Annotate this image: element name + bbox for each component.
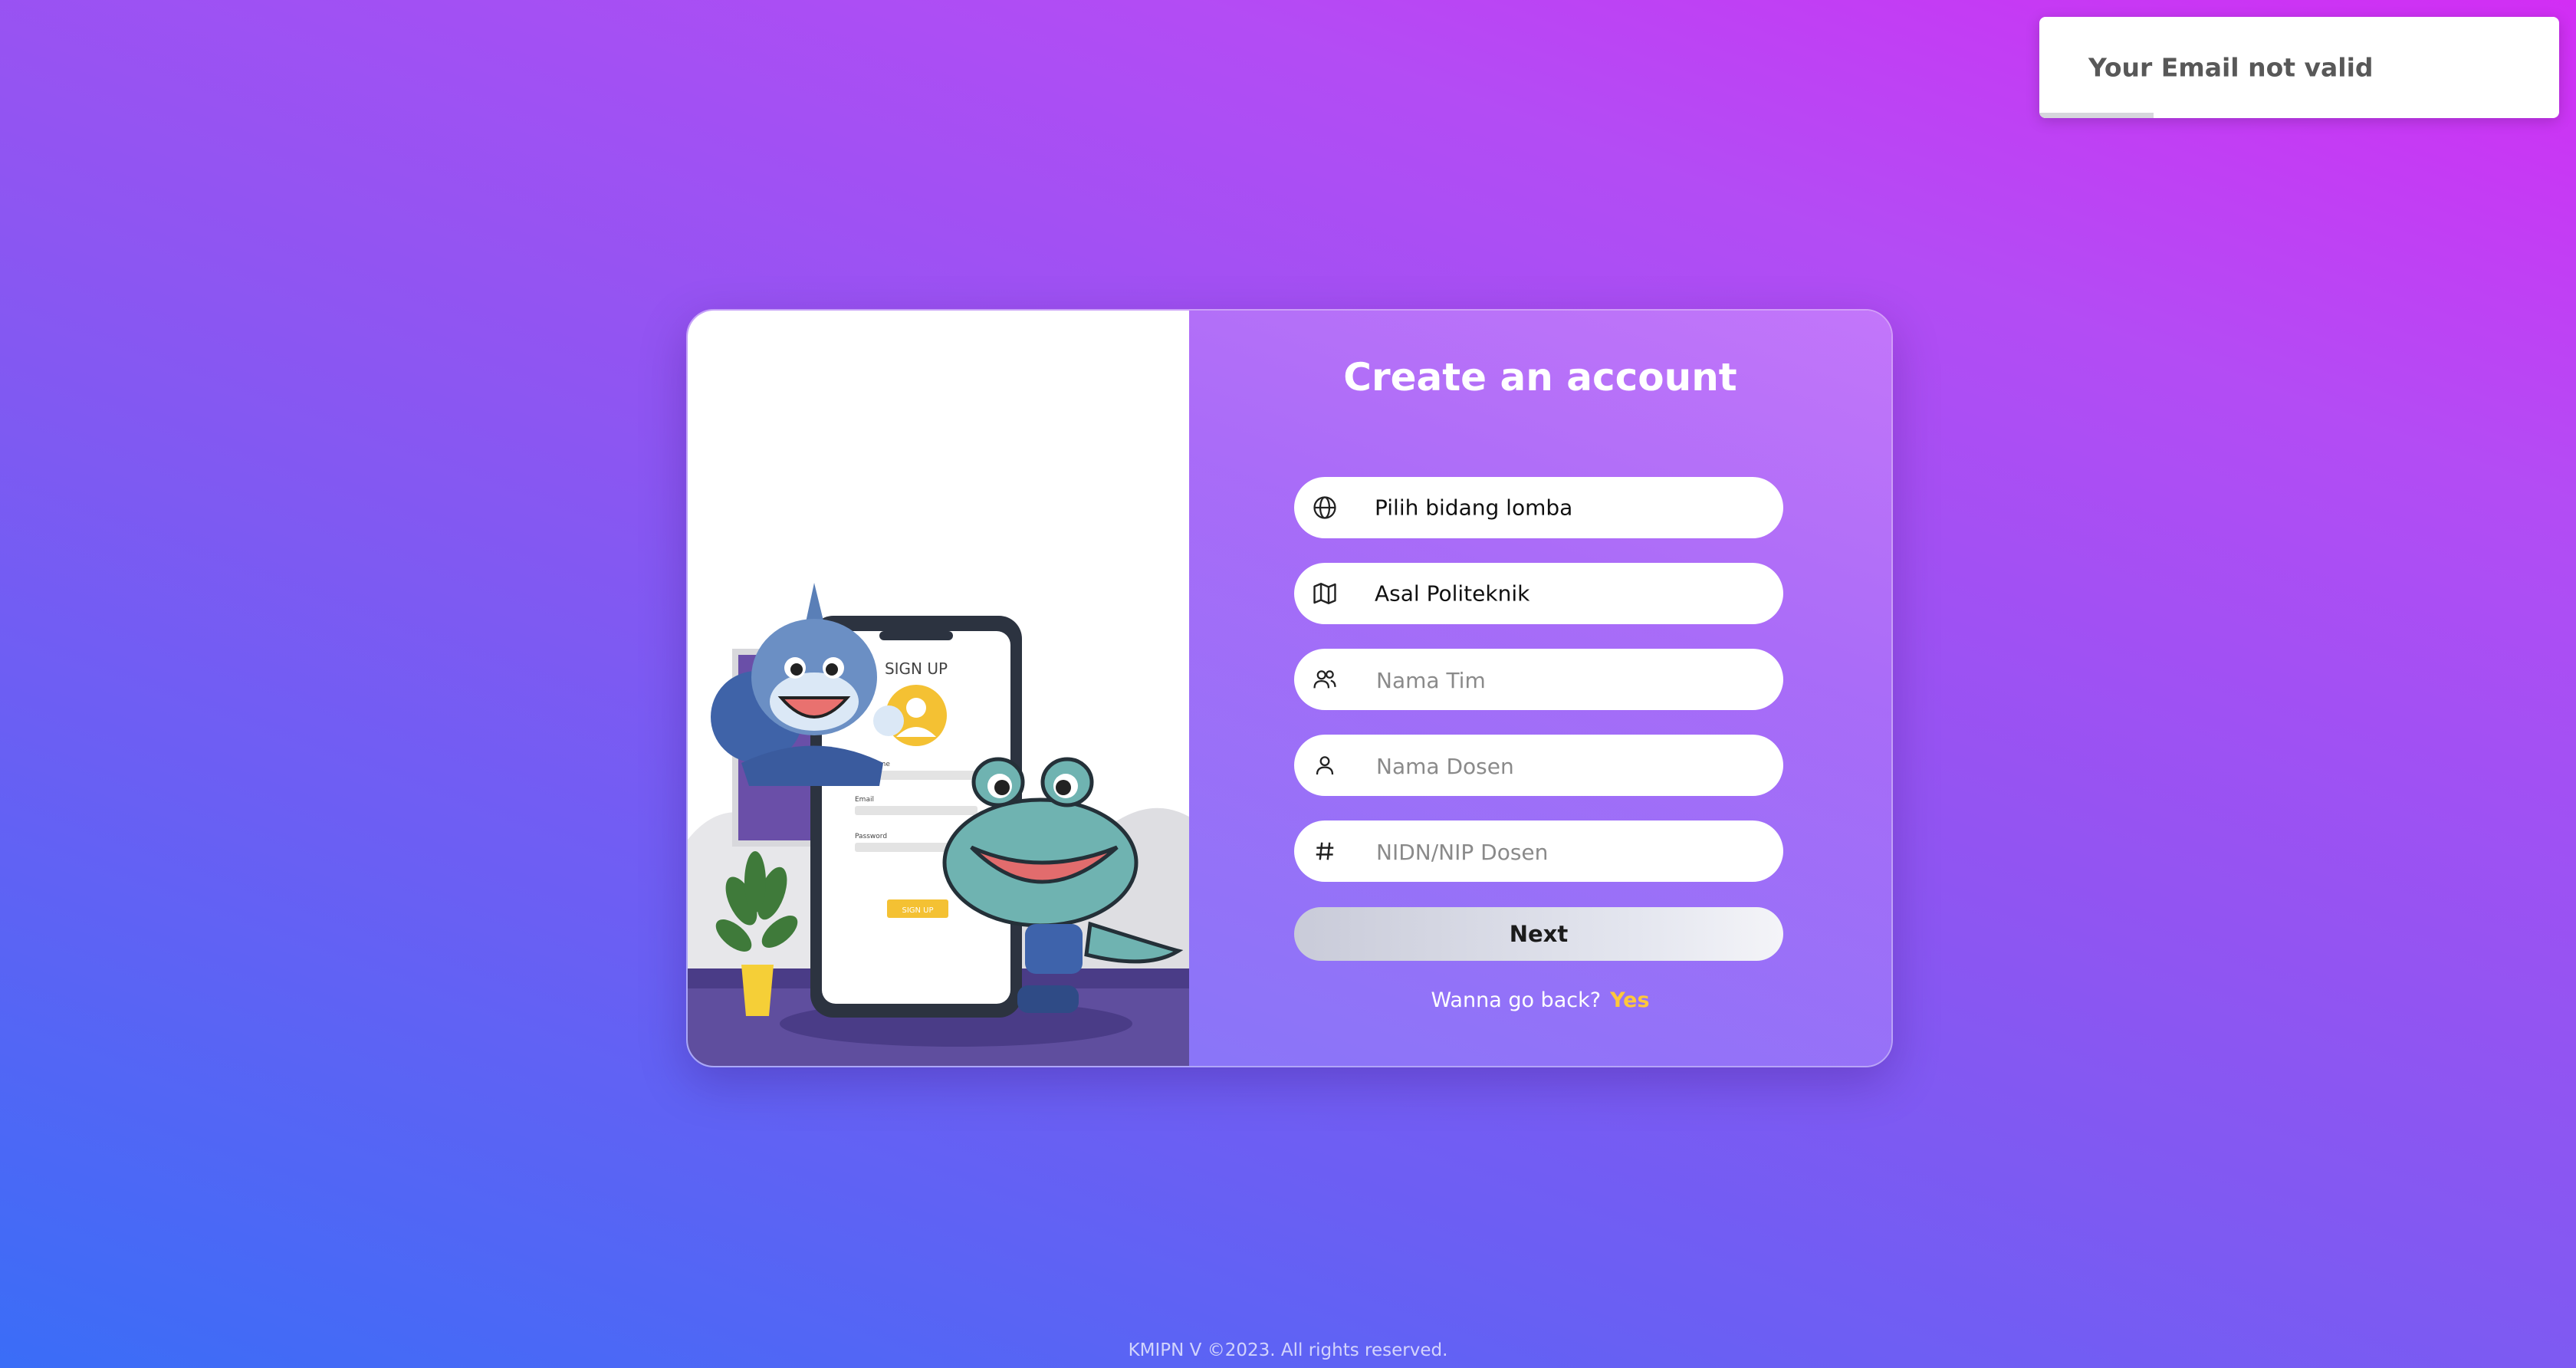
illustration-panel: SIGN UP Username Email Password SIGN UP [688, 311, 1189, 1066]
hash-icon [1309, 836, 1340, 867]
globe-icon [1309, 492, 1340, 523]
map-icon [1309, 578, 1340, 609]
footer-copyright: KMIPN V ©2023. All rights reserved. [1128, 1340, 1448, 1360]
go-back-link[interactable]: Yes [1610, 988, 1649, 1012]
competition-field-value: Pilih bidang lomba [1375, 495, 1573, 521]
svg-text:Email: Email [855, 796, 874, 804]
next-button[interactable]: Next [1294, 907, 1783, 961]
go-back-prompt: Wanna go back? [1431, 988, 1602, 1012]
svg-text:Password: Password [855, 833, 887, 840]
users-icon [1309, 664, 1340, 695]
signup-illustration: SIGN UP Username Email Password SIGN UP [688, 583, 1189, 1066]
user-icon [1309, 750, 1340, 781]
advisor-id-input[interactable] [1375, 820, 1761, 883]
team-name-input[interactable] [1375, 649, 1761, 712]
svg-text:SIGN UP: SIGN UP [885, 659, 948, 678]
form-panel: Create an account Pilih bidang lomba Asa… [1189, 311, 1891, 1066]
competition-field-select[interactable]: Pilih bidang lomba [1294, 477, 1783, 538]
toast-message: Your Email not valid [2088, 52, 2374, 83]
polytechnic-select[interactable]: Asal Politeknik [1294, 563, 1783, 624]
svg-text:SIGN UP: SIGN UP [902, 906, 933, 915]
toast-notification[interactable]: Your Email not valid [2039, 17, 2559, 118]
toast-progress-bar [2039, 113, 2154, 118]
polytechnic-value: Asal Politeknik [1375, 580, 1530, 607]
signup-card: SIGN UP Username Email Password SIGN UP [686, 309, 1893, 1067]
page-title: Create an account [1343, 355, 1737, 400]
advisor-id-field[interactable] [1294, 820, 1783, 883]
team-name-field[interactable] [1294, 649, 1783, 712]
advisor-name-field[interactable] [1294, 735, 1783, 797]
go-back-row: Wanna go back? Yes [1189, 988, 1891, 1012]
advisor-name-input[interactable] [1375, 735, 1761, 797]
